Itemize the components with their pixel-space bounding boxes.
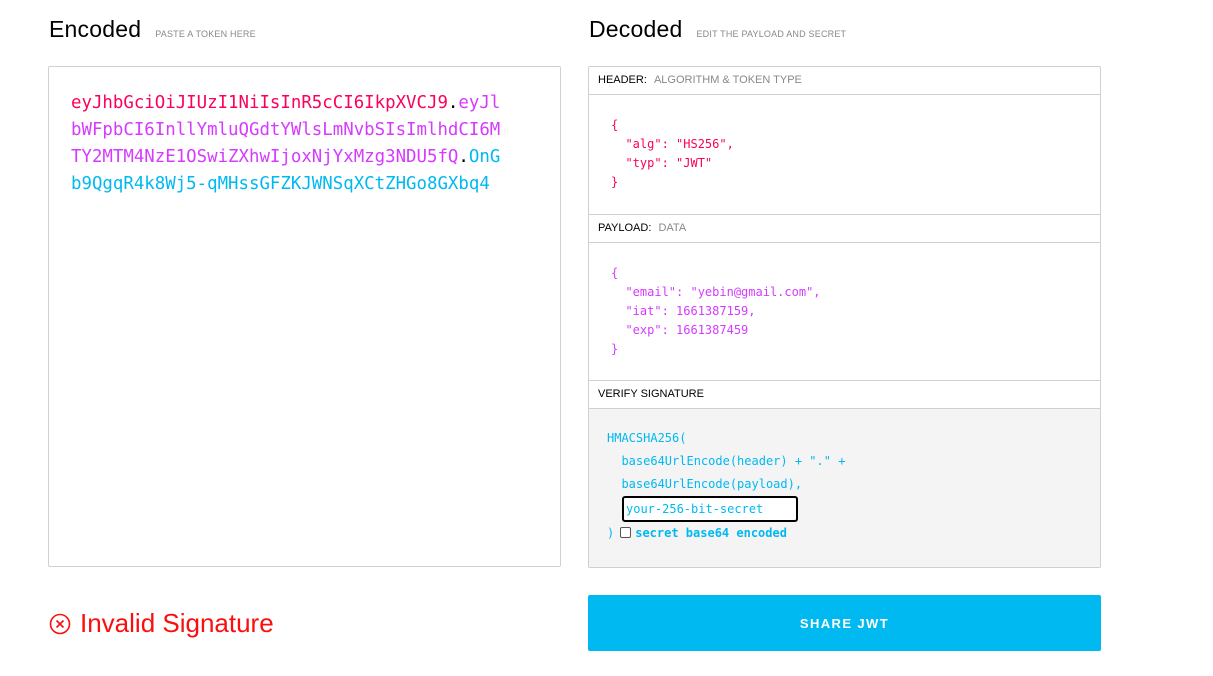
encoded-token-text[interactable]: eyJhbGciOiJIUzI1NiIsInR5cCI6IkpXVCJ9.eyJ… [71, 90, 501, 198]
header-label: HEADER: [598, 74, 647, 86]
payload-json-editor[interactable]: { "email": "yebin@gmail.com", "iat": 166… [611, 264, 821, 359]
header-sublabel: ALGORITHM & TOKEN TYPE [653, 74, 802, 86]
token-separator: . [447, 93, 459, 113]
token-separator: . [458, 147, 469, 167]
base64-checkbox[interactable] [620, 527, 632, 538]
payload-label: PAYLOAD: [598, 222, 652, 234]
decoded-section-title: Decoded EDIT THE PAYLOAD AND SECRET [589, 16, 846, 43]
payload-sublabel: DATA [658, 222, 687, 234]
header-pane-title: HEADER: ALGORITHM & TOKEN TYPE [589, 67, 1100, 95]
verify-pane-title: VERIFY SIGNATURE [589, 381, 1100, 409]
header-json-editor[interactable]: { "alg": "HS256", "typ": "JWT" } [611, 116, 734, 192]
verify-payload-encode: base64UrlEncode(payload), [607, 477, 803, 491]
decoded-panel: HEADER: ALGORITHM & TOKEN TYPE { "alg": … [588, 66, 1101, 568]
verify-header-encode: base64UrlEncode(header) + "." + [607, 454, 846, 468]
decoded-title: Decoded [589, 16, 683, 42]
base64-label[interactable]: secret base64 encoded [635, 526, 787, 540]
decoded-subtitle: EDIT THE PAYLOAD AND SECRET [696, 29, 847, 39]
signature-status: Invalid Signature [49, 608, 274, 639]
payload-pane-title: PAYLOAD: DATA [589, 215, 1100, 243]
close-paren: ) [607, 526, 615, 540]
encoded-title: Encoded [49, 16, 142, 42]
verify-func-open: HMACSHA256( [607, 431, 687, 445]
encoded-subtitle: PASTE A TOKEN HERE [155, 29, 256, 39]
encoded-section-title: Encoded PASTE A TOKEN HERE [49, 16, 256, 43]
verify-close-row: ) secret base64 encoded [607, 526, 787, 540]
encoded-token-editor[interactable]: eyJhbGciOiJIUzI1NiIsInR5cCI6IkpXVCJ9.eyJ… [48, 66, 561, 567]
verify-label: VERIFY SIGNATURE [598, 388, 704, 400]
verify-signature-area: HMACSHA256( base64UrlEncode(header) + ".… [589, 409, 1100, 567]
signature-status-text: Invalid Signature [80, 608, 274, 638]
secret-input[interactable]: your-256-bit-secret [622, 496, 798, 522]
share-jwt-button[interactable]: SHARE JWT [588, 595, 1101, 651]
token-header-part: eyJhbGciOiJIUzI1NiIsInR5cCI6IkpXVCJ9 [71, 93, 448, 113]
error-circle-icon [49, 613, 71, 634]
